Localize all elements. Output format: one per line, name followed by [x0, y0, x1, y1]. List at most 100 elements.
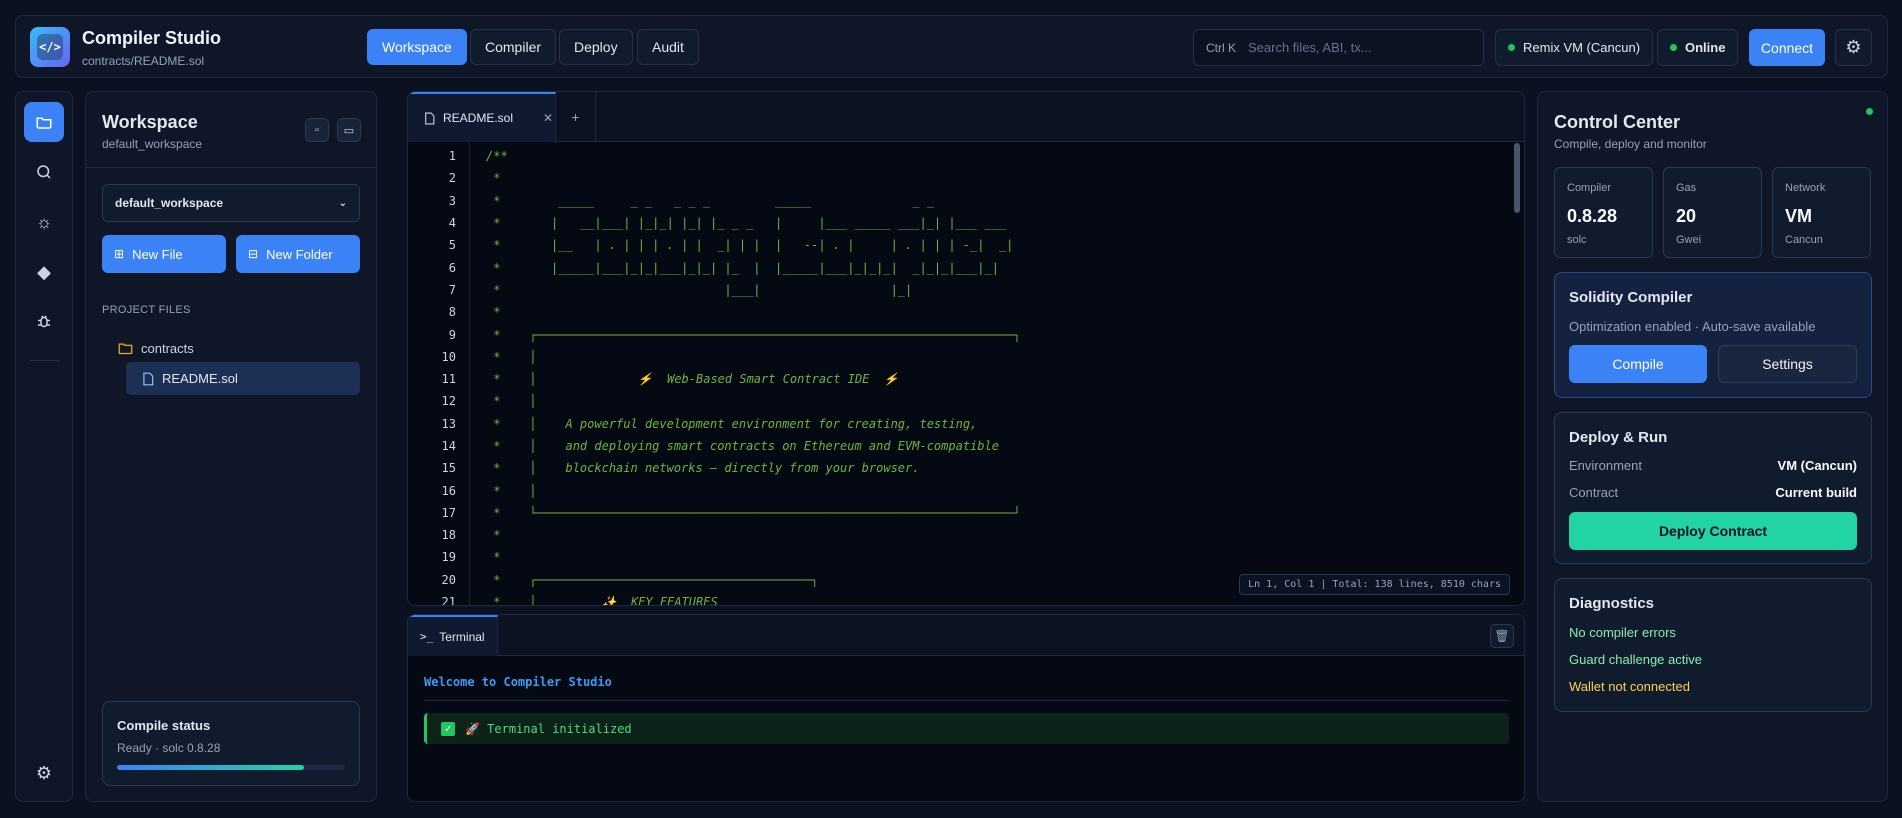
- line-number: 20: [441, 572, 456, 587]
- compiler-settings-button[interactable]: Settings: [1718, 345, 1857, 383]
- new-file-label: New File: [132, 246, 183, 262]
- clear-terminal-button[interactable]: 🗑: [1490, 624, 1514, 648]
- workspace-select[interactable]: default_workspace ⌄: [102, 184, 360, 222]
- chevron-down-icon: ⌄: [338, 197, 347, 209]
- code-line: 15 * │ blockchain networks — directly fr…: [408, 457, 1508, 479]
- tab-workspace[interactable]: Workspace: [367, 29, 467, 65]
- current-file-path: contracts/README.sol: [82, 54, 205, 68]
- line-number: 6: [448, 260, 456, 275]
- terminal-icon: >_: [420, 630, 434, 643]
- editor-tab-readme[interactable]: README.sol ✕: [408, 92, 556, 142]
- compile-button[interactable]: Compile: [1569, 345, 1707, 383]
- search-panel-button[interactable]: [24, 152, 64, 192]
- editor-tab-label: README.sol: [443, 111, 514, 125]
- line-number: 14: [441, 439, 456, 453]
- code-line: 4 * | __|___| |_|_| |_| |_ _ _ | |___ __…: [408, 212, 1508, 234]
- tab-compiler[interactable]: Compiler: [470, 29, 557, 65]
- code-editor: README.sol ✕ + 1/** 2 * 3 * _____ _ _ _ _ …: [407, 91, 1525, 606]
- control-center: Control Center Compile, deploy and monit…: [1537, 91, 1888, 802]
- folder-contracts[interactable]: contracts: [118, 337, 194, 359]
- file-plus-icon: ⊞: [114, 247, 125, 261]
- code-icon: </>: [37, 34, 63, 60]
- code-text: * |_____|___|_|_|___|_|_| |_ | |_____|__…: [486, 260, 999, 275]
- trash-icon: 🗑: [1494, 629, 1510, 643]
- code-text: * │ and deploying smart contracts on Eth…: [486, 439, 999, 453]
- terminal-tab[interactable]: >_ Terminal: [408, 615, 498, 656]
- tab-deploy[interactable]: Deploy: [559, 29, 633, 65]
- new-tab-button[interactable]: +: [556, 92, 596, 142]
- line-number: 12: [441, 394, 456, 409]
- terminal-log-text: 🚀 Terminal initialized: [465, 721, 632, 736]
- new-folder-button[interactable]: ⊟ New Folder: [236, 235, 360, 273]
- debugger-panel-button[interactable]: [24, 302, 64, 342]
- line-number: 9: [448, 327, 456, 342]
- code-line: 11 * │ ⚡ Web-Based Smart Contract IDE ⚡: [408, 368, 1508, 390]
- settings-button[interactable]: ⚙: [1835, 29, 1872, 66]
- diagnostic-item: No compiler errors: [1569, 625, 1676, 640]
- line-number: 4: [448, 216, 456, 231]
- deploy-run-title: Deploy & Run: [1569, 429, 1668, 446]
- solidity-compiler-title: Solidity Compiler: [1569, 289, 1693, 306]
- code-text: * |__ | . | | | . | | _| | | | --| . | |…: [486, 238, 1014, 253]
- solidity-compiler-subtitle: Optimization enabled · Auto-save availab…: [1569, 319, 1816, 334]
- tab-audit[interactable]: Audit: [637, 29, 699, 65]
- line-number: 21: [441, 595, 456, 606]
- code-content[interactable]: 1/** 2 * 3 * _____ _ _ _ _ _ _____ _ _ 4 * …: [408, 145, 1508, 606]
- search-input[interactable]: [1248, 40, 1448, 55]
- line-number: 19: [441, 550, 456, 565]
- line-number: 5: [448, 238, 456, 253]
- app-title: Compiler Studio: [82, 28, 221, 48]
- close-icon[interactable]: ✕: [543, 111, 553, 125]
- code-text: * | __|___| |_|_| |_| |_ _ _ | |___ ____…: [486, 216, 1007, 231]
- network-status-label: Online: [1685, 40, 1726, 55]
- sidebar-subtitle: default_workspace: [102, 137, 203, 151]
- stat-value: 0.8.28: [1567, 206, 1618, 226]
- code-text: *: [486, 550, 501, 565]
- project-files-label: PROJECT FILES: [102, 304, 191, 316]
- file-explorer-button[interactable]: [24, 102, 64, 142]
- add-file-icon-button[interactable]: ▫: [305, 118, 329, 142]
- code-text: * │: [486, 349, 537, 364]
- preferences-button[interactable]: ⚙: [24, 753, 64, 793]
- compiler-panel-button[interactable]: ☼: [24, 202, 64, 242]
- new-file-button[interactable]: ⊞ New File: [102, 235, 226, 273]
- file-icon: [425, 112, 435, 124]
- code-text: * │ ✨ KEY FEATURES: [486, 595, 718, 606]
- deploy-panel-button[interactable]: ◆: [24, 252, 64, 292]
- line-number: 8: [448, 305, 456, 320]
- search-box[interactable]: Ctrl K: [1193, 29, 1484, 66]
- environment-row: Environment VM (Cancun): [1569, 458, 1857, 473]
- workspace-sidebar: Workspace default_workspace ▫ ▭ default_…: [85, 91, 377, 802]
- code-line: 2 *: [408, 167, 1508, 189]
- search-shortcut: Ctrl K: [1206, 40, 1236, 55]
- editor-tabbar: README.sol ✕ +: [408, 92, 1524, 142]
- code-text: * │ blockchain networks — directly from …: [486, 461, 920, 476]
- compile-status-text: Ready · solc 0.8.28: [117, 741, 221, 755]
- folder-icon: [118, 343, 133, 354]
- activity-divider: [30, 360, 60, 361]
- stat-network: Network VM Cancun: [1772, 167, 1871, 258]
- code-line: 5 * |__ | . | | | . | | _| | | | --| . |…: [408, 234, 1508, 256]
- editor-scrollbar[interactable]: [1514, 143, 1520, 213]
- sun-icon: ☼: [35, 211, 53, 232]
- code-line: 18 *: [408, 524, 1508, 546]
- sidebar-divider: [86, 167, 376, 168]
- top-header: </> Compiler Studio contracts/README.sol…: [15, 15, 1888, 78]
- environment-selector[interactable]: Remix VM (Cancun): [1495, 29, 1654, 66]
- connect-button[interactable]: Connect: [1749, 29, 1825, 66]
- terminal-tabbar: >_ Terminal 🗑: [408, 615, 1524, 656]
- code-text: * │: [486, 394, 537, 409]
- contract-row: Contract Current build: [1569, 485, 1857, 500]
- add-folder-icon-button[interactable]: ▭: [337, 118, 361, 142]
- code-line: 16 * │: [408, 479, 1508, 501]
- stat-label: Compiler: [1567, 182, 1612, 194]
- diagnostic-item: Guard challenge active: [1569, 652, 1702, 667]
- stat-value: VM: [1785, 206, 1812, 226]
- code-line: 13 * │ A powerful development environmen…: [408, 413, 1508, 435]
- code-text: * │ A powerful development environment f…: [486, 416, 978, 431]
- file-readme[interactable]: README.sol: [126, 362, 360, 395]
- code-text: * _____ _ _ _ _ _ _____ _ _: [486, 193, 934, 208]
- gear-icon: ⚙: [35, 762, 53, 783]
- code-line: 8 *: [408, 301, 1508, 323]
- deploy-contract-button[interactable]: Deploy Contract: [1569, 512, 1857, 550]
